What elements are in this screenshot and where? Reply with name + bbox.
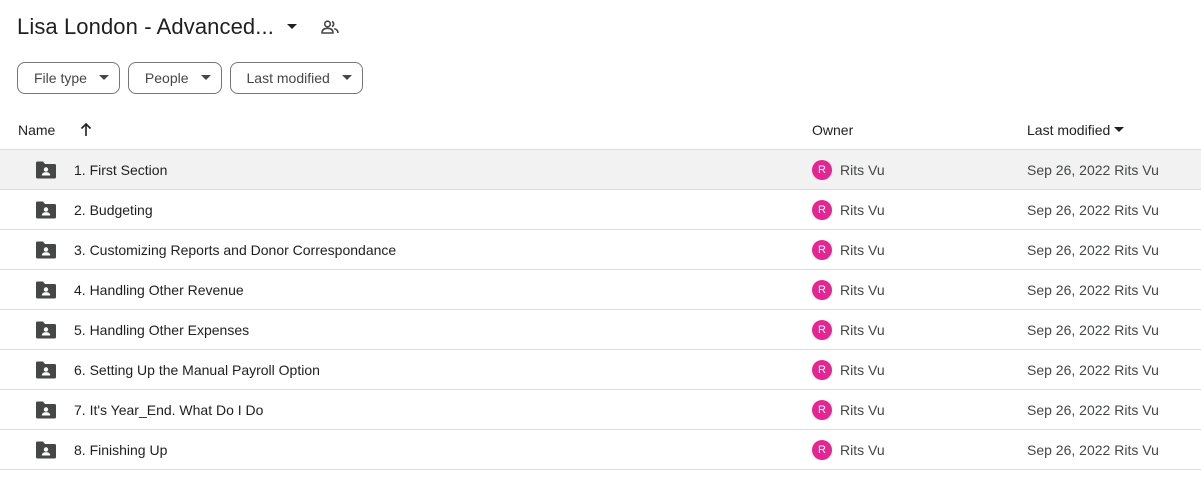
filter-chip-label: Last modified [246,70,330,86]
avatar: R [812,360,832,380]
arrow-drop-down-icon[interactable] [278,13,306,41]
owner-cell: R Rits Vu [812,350,885,390]
filter-chip-file-type[interactable]: File type [17,62,120,94]
arrow-drop-down-icon [1114,127,1125,133]
modified-by: Rits Vu [1114,362,1159,378]
avatar: R [812,280,832,300]
modified-date: Sep 26, 2022 [1027,202,1111,218]
modified-by: Rits Vu [1114,282,1159,298]
shared-folder-icon [35,280,57,300]
file-name[interactable]: 4. Handling Other Revenue [74,270,244,310]
table-header: Name Owner Last modified [0,110,1201,150]
shared-folder-icon [35,360,57,380]
owner-cell: R Rits Vu [812,230,885,270]
table-row[interactable]: 1. First Section R Rits Vu Sep 26, 2022 Rits… [0,150,1201,190]
shared-folder-icon [35,320,57,340]
owner-cell: R Rits Vu [812,430,885,470]
owner-cell: R Rits Vu [812,390,885,430]
avatar: R [812,440,832,460]
table-row[interactable]: 8. Finishing Up R Rits Vu Sep 26, 2022 Rits … [0,430,1201,470]
table-row[interactable]: 4. Handling Other Revenue R Rits Vu Sep 26,… [0,270,1201,310]
filter-chip-last-modified[interactable]: Last modified [229,62,363,94]
arrow-drop-down-icon [341,75,352,81]
owner-name: Rits Vu [840,202,885,218]
last-modified-cell: Sep 26, 2022 Rits Vu [1027,150,1159,190]
owner-name: Rits Vu [840,442,885,458]
last-modified-cell: Sep 26, 2022 Rits Vu [1027,310,1159,350]
column-header-last-modified[interactable]: Last modified [1027,110,1125,150]
filter-bar: File type People Last modified [17,62,363,94]
modified-date: Sep 26, 2022 [1027,402,1111,418]
modified-by: Rits Vu [1114,242,1159,258]
modified-date: Sep 26, 2022 [1027,442,1111,458]
avatar: R [812,240,832,260]
arrow-drop-down-icon [98,75,109,81]
last-modified-cell: Sep 26, 2022 Rits Vu [1027,230,1159,270]
filter-chip-label: People [144,70,189,86]
table-row[interactable]: 7. It's Year_End. What Do I Do R Rits Vu Se… [0,390,1201,430]
last-modified-cell: Sep 26, 2022 Rits Vu [1027,350,1159,390]
modified-by: Rits Vu [1114,442,1159,458]
table-row[interactable]: 6. Setting Up the Manual Payroll Option R… [0,350,1201,390]
owner-cell: R Rits Vu [812,270,885,310]
filter-chip-people[interactable]: People [127,62,222,94]
shared-folder-icon [35,200,57,220]
owner-name: Rits Vu [840,322,885,338]
modified-date: Sep 26, 2022 [1027,242,1111,258]
column-header-last-modified-label: Last modified [1027,122,1111,138]
file-name[interactable]: 5. Handling Other Expenses [74,310,249,350]
shared-folder-icon [35,400,57,420]
file-name[interactable]: 1. First Section [74,150,167,190]
owner-name: Rits Vu [840,362,885,378]
shared-folder-icon [35,440,57,460]
modified-date: Sep 26, 2022 [1027,362,1111,378]
owner-name: Rits Vu [840,162,885,178]
table-row[interactable]: 3. Customizing Reports and Donor Corresp… [0,230,1201,270]
avatar: R [812,160,832,180]
arrow-upward-icon[interactable] [72,110,100,150]
owner-name: Rits Vu [840,242,885,258]
modified-by: Rits Vu [1114,202,1159,218]
modified-by: Rits Vu [1114,162,1159,178]
last-modified-cell: Sep 26, 2022 Rits Vu [1027,430,1159,470]
avatar: R [812,320,832,340]
shared-folder-icon [35,160,57,180]
column-header-owner[interactable]: Owner [812,110,853,150]
modified-date: Sep 26, 2022 [1027,322,1111,338]
file-name[interactable]: 8. Finishing Up [74,430,167,470]
modified-by: Rits Vu [1114,402,1159,418]
last-modified-cell: Sep 26, 2022 Rits Vu [1027,270,1159,310]
folder-title[interactable]: Lisa London - Advanced... [17,14,274,40]
file-name[interactable]: 3. Customizing Reports and Donor Corresp… [74,230,396,270]
shared-people-icon[interactable] [316,13,344,41]
file-name[interactable]: 6. Setting Up the Manual Payroll Option [74,350,320,390]
owner-name: Rits Vu [840,402,885,418]
modified-by: Rits Vu [1114,322,1159,338]
folder-header: Lisa London - Advanced... [17,8,344,46]
table-row[interactable]: 2. Budgeting R Rits Vu Sep 26, 2022 Rits Vu [0,190,1201,230]
modified-date: Sep 26, 2022 [1027,282,1111,298]
file-name[interactable]: 7. It's Year_End. What Do I Do [74,390,263,430]
arrow-drop-down-icon [200,75,211,81]
table-row[interactable]: 5. Handling Other Expenses R Rits Vu Sep 26… [0,310,1201,350]
column-header-name[interactable]: Name [18,110,55,150]
owner-cell: R Rits Vu [812,310,885,350]
file-list: 1. First Section R Rits Vu Sep 26, 2022 Rits… [0,150,1201,470]
modified-date: Sep 26, 2022 [1027,162,1111,178]
file-name[interactable]: 2. Budgeting [74,190,153,230]
filter-chip-label: File type [34,70,87,86]
avatar: R [812,400,832,420]
owner-cell: R Rits Vu [812,190,885,230]
owner-cell: R Rits Vu [812,150,885,190]
avatar: R [812,200,832,220]
shared-folder-icon [35,240,57,260]
last-modified-cell: Sep 26, 2022 Rits Vu [1027,390,1159,430]
last-modified-cell: Sep 26, 2022 Rits Vu [1027,190,1159,230]
owner-name: Rits Vu [840,282,885,298]
